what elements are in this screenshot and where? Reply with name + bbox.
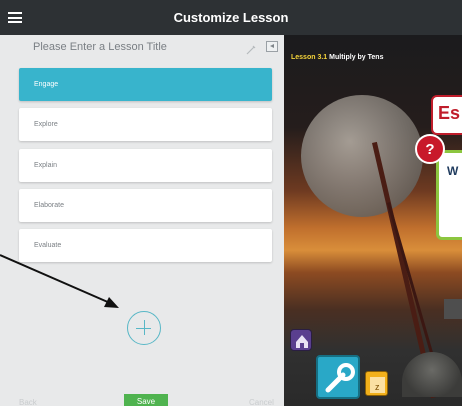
side-panel-tab [444,299,462,319]
home-icon[interactable] [290,329,312,351]
speech-bubble: W [436,150,462,240]
pencil-icon[interactable] [246,45,256,55]
explore-badge: Es [431,95,462,135]
section-label: Evaluate [34,242,62,249]
section-explore[interactable]: Explore [19,108,272,141]
section-engage[interactable]: Engage [19,68,272,101]
section-explain[interactable]: Explain [19,149,272,182]
footer-bar: Back Save Cancel [0,394,284,407]
question-mark: ? [425,141,435,158]
section-label: Engage [34,81,59,88]
page-title: Customize Lesson [173,10,289,25]
lesson-title-input[interactable]: Please Enter a Lesson Title [33,41,167,53]
section-elaborate[interactable]: Elaborate [19,189,272,222]
badge-text: Es [438,103,461,123]
section-label: Explore [34,121,58,128]
section-evaluate[interactable]: Evaluate [19,229,272,262]
top-bar: Customize Lesson [0,0,462,35]
lesson-editor-panel: Please Enter a Lesson Title Engage Explo… [0,35,284,407]
lesson-preview: Lesson 3.1 Multiply by Tens Es W ? z [284,35,462,406]
a-to-z-icon[interactable]: z [365,371,388,396]
svg-text:z: z [375,382,380,392]
section-label: Explain [34,162,57,169]
lesson-name: Multiply by Tens [329,54,384,61]
plus-circle-icon[interactable] [127,311,161,345]
bubble-text: W [447,164,459,178]
wrench-icon[interactable] [316,355,360,399]
collapse-panel-icon[interactable] [266,41,278,52]
moon-illustration [301,95,423,217]
save-button[interactable]: Save [124,394,168,406]
question-icon[interactable]: ? [415,134,445,164]
lesson-label: Lesson 3.1 Multiply by Tens [291,54,383,61]
rock-illustration [402,352,462,397]
section-label: Elaborate [34,202,64,209]
lesson-number: Lesson 3.1 [291,54,328,61]
